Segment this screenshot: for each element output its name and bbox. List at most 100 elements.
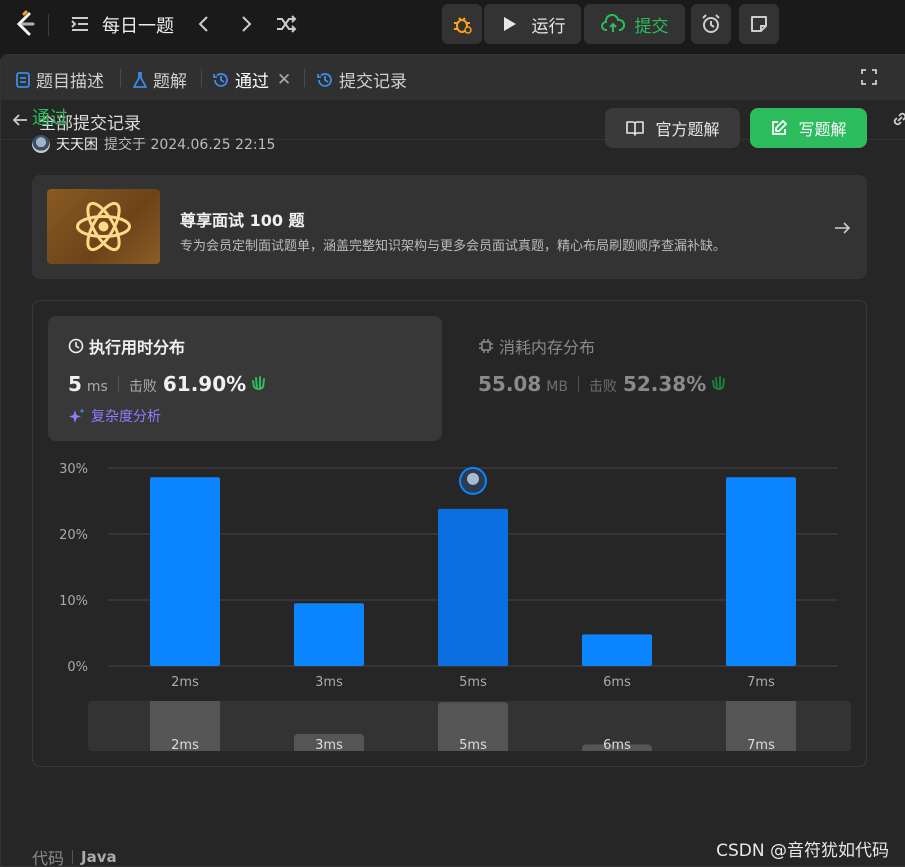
tab-description-label: 题目描述	[36, 72, 104, 92]
link-icon[interactable]	[890, 109, 905, 129]
daily-question-title[interactable]: 每日一题	[102, 12, 174, 38]
promo-thumbnail	[47, 189, 160, 264]
history-icon	[213, 72, 228, 87]
memory-unit: MB	[546, 379, 568, 395]
timer-button[interactable]	[691, 4, 731, 44]
prev-question-icon[interactable]	[192, 12, 216, 36]
chip-icon	[479, 339, 493, 353]
problem-list-icon[interactable]	[70, 14, 90, 34]
official-solution-button[interactable]: 官方题解	[605, 108, 740, 148]
book-open-icon	[626, 121, 645, 136]
submitted-time: 提交于 2024.06.25 22:15	[104, 137, 276, 153]
user-avatar-face	[467, 472, 479, 485]
minimap-label: 5ms	[459, 738, 487, 751]
memory-value: 55.08	[478, 372, 542, 396]
tab-accepted[interactable]: 通过 ✕	[212, 67, 291, 92]
leetcode-logo-icon[interactable]	[12, 10, 38, 38]
minimap-label: 2ms	[171, 738, 199, 751]
tab-submissions-label: 提交记录	[339, 72, 407, 92]
complexity-analysis-label: 复杂度分析	[91, 409, 161, 425]
alarm-clock-icon	[702, 14, 720, 33]
premium-promo-banner[interactable]: 尊享面试 100 题 专为会员定制面试题单，涵盖完整知识架构与更多会员面试真题，…	[32, 175, 867, 279]
code-section-header: 代码 Java	[32, 845, 117, 867]
tab-divider	[201, 69, 202, 87]
avatar[interactable]	[32, 135, 50, 153]
promo-description: 专为会员定制面试题单，涵盖完整知识架构与更多会员面试真题，精心布局刷题顺序查漏补…	[180, 239, 727, 254]
tab-bar: 题目描述 题解 通过 ✕ 提交记录	[1, 55, 905, 100]
bug-icon	[454, 17, 472, 34]
top-bar: 每日一题 运行 提交	[0, 0, 905, 50]
minimap-label: 6ms	[603, 738, 631, 751]
close-tab-icon[interactable]: ✕	[277, 70, 291, 90]
runtime-beat-label: 击败	[128, 379, 157, 395]
clock-icon	[68, 338, 84, 354]
x-tick-label: 5ms	[459, 675, 487, 690]
promo-title: 尊享面试 100 题	[180, 211, 305, 230]
history-icon	[317, 72, 332, 87]
runtime-title-text: 执行用时分布	[89, 338, 186, 357]
run-button[interactable]: 运行	[484, 4, 581, 44]
runtime-unit: ms	[86, 379, 108, 395]
arrow-right-icon[interactable]	[833, 219, 851, 237]
arrow-left-icon[interactable]	[11, 111, 29, 129]
memory-metric: 55.08 MB 击败 52.38%	[478, 372, 728, 396]
watermark: CSDN @音符犹如代码	[716, 841, 889, 861]
code-label: 代码	[32, 849, 65, 867]
memory-percent: 52.38%	[622, 372, 707, 396]
note-icon	[751, 16, 767, 32]
complexity-analysis-link[interactable]: 复杂度分析	[68, 406, 161, 426]
runtime-metric: 5 ms 击败 61.90%	[68, 372, 268, 396]
minimap-label: 7ms	[747, 738, 775, 751]
tab-accepted-label: 通过	[235, 72, 269, 92]
tab-submissions[interactable]: 提交记录	[316, 67, 407, 92]
tab-solutions-label: 题解	[153, 72, 187, 92]
submit-button[interactable]: 提交	[584, 4, 685, 44]
write-solution-label: 写题解	[798, 120, 847, 139]
cloud-upload-icon	[600, 14, 625, 32]
x-tick-label: 3ms	[315, 675, 343, 690]
tab-solutions[interactable]: 题解	[132, 67, 187, 92]
chart-bar	[582, 634, 652, 666]
document-icon	[16, 71, 30, 88]
submission-status: 通过	[32, 108, 68, 129]
runtime-title: 执行用时分布	[68, 334, 185, 358]
sparkle-icon	[69, 408, 85, 423]
memory-title-text: 消耗内存分布	[499, 338, 596, 357]
y-tick-label: 20%	[59, 528, 88, 543]
runtime-value: 5	[68, 372, 82, 396]
divider	[48, 14, 49, 36]
submit-label: 提交	[634, 16, 669, 37]
atom-icon	[76, 201, 131, 252]
minimap-bars: 2ms 3ms 5ms 6ms 7ms	[150, 701, 796, 751]
run-label: 运行	[531, 16, 566, 37]
submitter-info: 天天困 提交于 2024.06.25 22:15	[32, 134, 275, 154]
username[interactable]: 天天困	[56, 134, 98, 154]
debug-button[interactable]	[442, 4, 482, 44]
chart-range-slider[interactable]: 2ms 3ms 5ms 6ms 7ms	[88, 701, 851, 751]
y-tick-label: 30%	[59, 462, 88, 477]
official-solution-label: 官方题解	[655, 120, 720, 139]
memory-card[interactable]: 消耗内存分布 55.08 MB 击败 52.38%	[458, 316, 852, 441]
shuffle-icon[interactable]	[274, 12, 298, 36]
minimap-label: 3ms	[315, 738, 343, 751]
memory-beat-label: 击败	[588, 379, 617, 395]
tab-divider	[304, 69, 305, 87]
memory-title: 消耗内存分布	[478, 334, 595, 358]
tab-divider	[120, 69, 121, 87]
notes-button[interactable]	[739, 4, 779, 44]
chart-bar	[438, 508, 508, 666]
tab-description[interactable]: 题目描述	[15, 67, 104, 92]
divider	[72, 850, 74, 864]
runtime-card[interactable]: 执行用时分布 5 ms 击败 61.90% 复杂度分析	[48, 316, 442, 441]
write-solution-button[interactable]: 写题解	[750, 108, 867, 148]
x-tick-label: 7ms	[747, 675, 775, 690]
performance-stats: 执行用时分布 5 ms 击败 61.90% 复杂度分析 消耗内存分布 55.08…	[32, 300, 867, 767]
x-tick-label: 2ms	[171, 675, 199, 690]
next-question-icon[interactable]	[234, 12, 258, 36]
y-tick-label: 10%	[59, 594, 88, 609]
chart-bar	[294, 603, 364, 666]
divider	[117, 376, 119, 392]
runtime-percent: 61.90%	[162, 372, 247, 396]
play-icon	[503, 17, 516, 31]
fullscreen-icon[interactable]	[860, 68, 878, 86]
